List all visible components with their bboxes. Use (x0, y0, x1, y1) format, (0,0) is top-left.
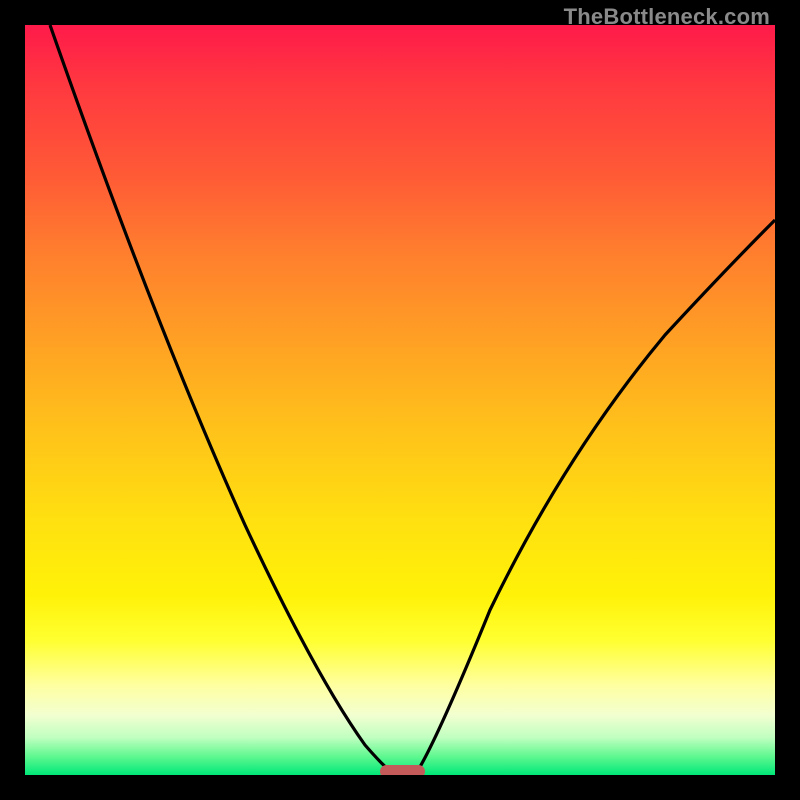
left-curve (50, 25, 395, 775)
right-curve (415, 220, 775, 775)
optimal-marker (380, 765, 425, 775)
watermark-text: TheBottleneck.com (564, 4, 770, 30)
plot-area (25, 25, 775, 775)
chart-frame: TheBottleneck.com (0, 0, 800, 800)
bottleneck-curves (25, 25, 775, 775)
